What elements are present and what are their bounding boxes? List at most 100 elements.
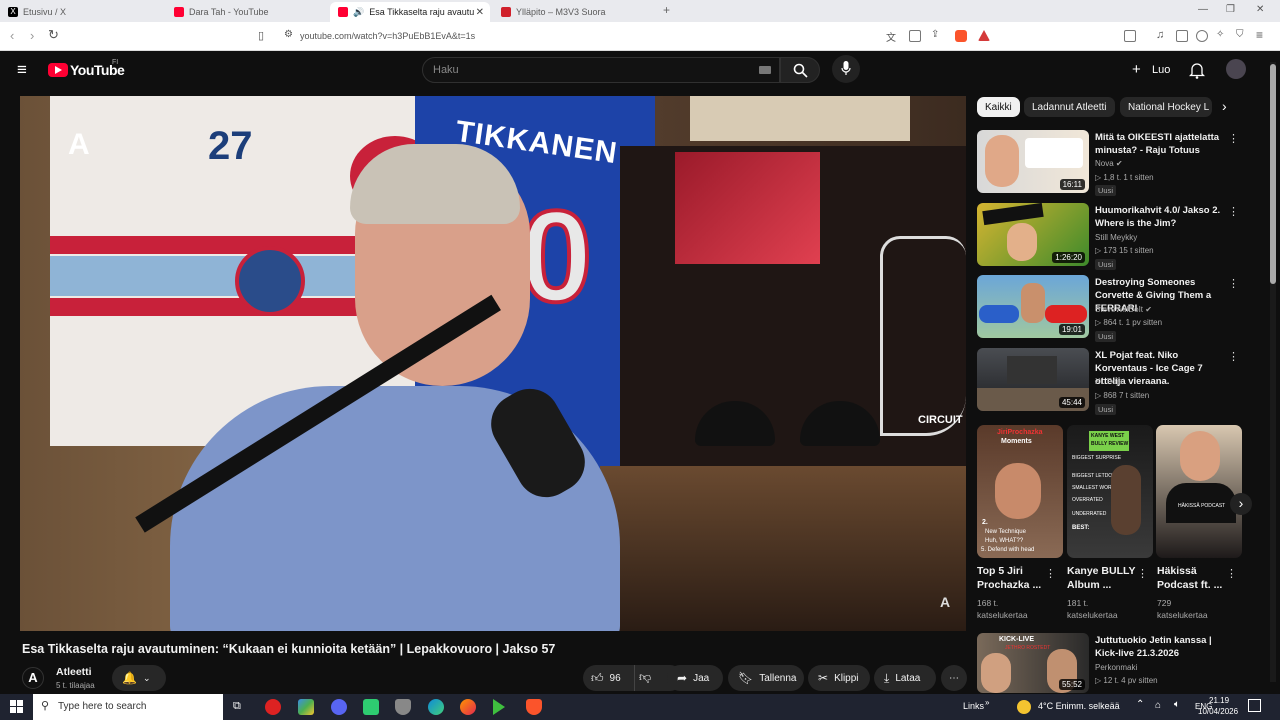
channel-name[interactable]: Atleetti — [56, 666, 92, 678]
firefox-icon[interactable] — [460, 699, 476, 715]
short-3[interactable]: HÄKISSÄ PODCAST — [1156, 425, 1242, 558]
rec-channel[interactable]: XL Pojat — [1095, 377, 1125, 386]
links-toolbar[interactable]: Links — [963, 701, 984, 711]
chevron-right-icon[interactable]: › — [1222, 98, 1227, 114]
rec-thumbnail[interactable]: 19:01 — [977, 275, 1089, 338]
more-icon[interactable]: ⋮ — [1228, 350, 1239, 363]
browser-tab-4[interactable]: Ylläpito – M3V3 Suora — [493, 2, 653, 22]
brave-shield-icon[interactable] — [955, 30, 967, 42]
short-2-title[interactable]: Kanye BULLY Album ... — [1067, 564, 1135, 592]
browser-tab-3-active[interactable]: 🔊 Esa Tikkaselta raju avautuminen ✕ — [330, 2, 490, 22]
chevron-up-icon[interactable]: ⌃ — [1136, 699, 1144, 710]
windows-start-icon[interactable] — [10, 700, 23, 713]
chip-all[interactable]: Kaikki — [977, 97, 1020, 117]
brave-icon[interactable] — [526, 699, 542, 715]
cast-icon[interactable] — [909, 30, 921, 42]
weather-icon[interactable] — [1017, 700, 1031, 714]
rec-thumbnail[interactable]: 45:44 — [977, 348, 1089, 411]
bookmark-icon[interactable]: ▯ — [258, 29, 264, 42]
rec-channel[interactable]: Nova ✔ — [1095, 159, 1123, 168]
rec-thumbnail[interactable]: 1:26:20 — [977, 203, 1089, 266]
chip-nhl[interactable]: National Hockey L — [1120, 97, 1212, 117]
site-info-icon[interactable]: ⚙ — [284, 29, 293, 40]
short-1-title[interactable]: Top 5 Jiri Prochazka ... — [977, 564, 1041, 592]
rec-thumbnail[interactable]: KICK-LIVE JETHRO ROSTEDT 55:52 — [977, 633, 1089, 693]
taskbar-search-box[interactable]: ⚲ Type here to search — [33, 694, 223, 720]
rec-title[interactable]: Juttutuokio Jetin kanssa | Kick-live 21.… — [1095, 634, 1230, 660]
more-icon[interactable]: ⋮ — [1228, 205, 1239, 218]
rec-title[interactable]: Huumorikahvit 4.0/ Jakso 2. Where is the… — [1095, 204, 1230, 230]
maximize-icon[interactable]: ❐ — [1226, 4, 1235, 15]
vpn-icon[interactable]: ⛉ — [1236, 29, 1244, 40]
video-player[interactable]: 27 TIKKANEN 0 CIRCUIT A A — [20, 96, 966, 631]
opera-icon[interactable] — [265, 699, 281, 715]
shorts-next-button[interactable]: › — [1230, 493, 1252, 515]
scrollbar-thumb[interactable] — [1270, 64, 1276, 284]
reload-icon[interactable]: ↻ — [48, 27, 59, 43]
channel-avatar[interactable]: A — [22, 667, 44, 689]
clip-button[interactable]: ✂ Klippi — [808, 665, 870, 691]
menu-icon[interactable]: ≡ — [1256, 28, 1263, 42]
extensions-icon[interactable]: ✧ — [1216, 29, 1224, 40]
short-2[interactable]: KANYE WEST BULLY REVIEW BIGGEST SURPRISE… — [1067, 425, 1153, 558]
rec-video-5[interactable]: KICK-LIVE JETHRO ROSTEDT 55:52 Juttutuok… — [977, 633, 1247, 693]
sidebar-icon[interactable] — [1176, 30, 1188, 42]
voice-search-button[interactable] — [832, 55, 860, 83]
avatar[interactable] — [1226, 59, 1246, 79]
save-button[interactable]: 🔖︎ Tallenna — [728, 665, 804, 691]
close-window-icon[interactable]: ✕ — [1256, 4, 1264, 15]
address-bar[interactable]: youtube.com/watch?v=h3PuEbB1EvA&t=1s — [300, 31, 475, 41]
rec-video-4[interactable]: 45:44 XL Pojat feat. Niko Korventaus - I… — [977, 348, 1247, 415]
more-icon[interactable]: ⋮ — [1228, 132, 1239, 145]
discord-icon[interactable] — [331, 699, 347, 715]
volume-icon[interactable]: 🔈︎ — [1174, 699, 1180, 710]
rec-video-3[interactable]: 19:01 Destroying Someones Corvette & Giv… — [977, 275, 1247, 342]
keyboard-icon[interactable] — [759, 66, 771, 74]
minimize-icon[interactable]: — — [1198, 4, 1208, 15]
rec-video-1[interactable]: 16:11 Mitä ta OIKEESTI ajattelatta minus… — [977, 130, 1247, 196]
clock-time[interactable]: 21.19 — [1209, 696, 1229, 705]
more-icon[interactable]: ⋮ — [1228, 277, 1239, 290]
search-input[interactable]: Haku — [422, 57, 780, 83]
notification-center-icon[interactable] — [1248, 699, 1261, 712]
network-icon[interactable]: ⌂ — [1155, 700, 1161, 711]
new-tab-button[interactable]: + — [663, 3, 670, 17]
create-button[interactable]: Luo — [1152, 64, 1170, 76]
brave-rewards-icon[interactable] — [978, 30, 990, 41]
weather-text[interactable]: 4°C Enimm. selkeää — [1038, 701, 1120, 711]
translate-icon[interactable]: 文 — [886, 29, 896, 44]
download-button[interactable]: ⤓ Lataa — [874, 665, 936, 691]
rec-channel[interactable]: Perkonmaki — [1095, 663, 1137, 672]
task-view-icon[interactable]: ⧉ — [233, 700, 241, 713]
short-1[interactable]: JiriProchazka Moments 2. New Technique H… — [977, 425, 1063, 558]
notifications-icon[interactable] — [1189, 62, 1205, 79]
short-3-title[interactable]: Häkissä Podcast ft. ... — [1157, 564, 1222, 592]
dislike-button[interactable]: 👎︎ — [639, 670, 651, 685]
forward-icon[interactable]: › — [30, 28, 34, 43]
browser-tab-1[interactable]: X Etusivu / X — [0, 2, 165, 22]
like-button[interactable]: 👍︎ 96 — [583, 665, 635, 691]
music-icon[interactable]: ♫ — [1156, 29, 1164, 41]
rec-video-2[interactable]: 1:26:20 Huumorikahvit 4.0/ Jakso 2. Wher… — [977, 203, 1247, 270]
more-actions-button[interactable]: ⋯ — [941, 665, 967, 691]
app-icon[interactable] — [298, 699, 314, 715]
rec-thumbnail[interactable]: 16:11 — [977, 130, 1089, 193]
share-button[interactable]: ➦ Jaa — [667, 665, 723, 691]
search-button[interactable] — [780, 57, 820, 83]
app-active-icon[interactable] — [363, 699, 379, 715]
clock-date[interactable]: 10/04/2026 — [1198, 707, 1238, 716]
browser-tab-2[interactable]: Dara Tah - YouTube — [166, 2, 329, 22]
shield-icon[interactable] — [395, 699, 411, 715]
subscribe-notification-button[interactable]: 🔔 ⌄ — [112, 665, 166, 691]
play-icon[interactable] — [493, 699, 505, 715]
back-icon[interactable]: ‹ — [10, 28, 14, 43]
rec-channel[interactable]: Still Meykky — [1095, 233, 1137, 242]
more-icon[interactable]: ⋮ — [1226, 567, 1272, 580]
wallet-icon[interactable] — [1196, 30, 1208, 42]
rec-channel[interactable]: SteveWillDoIt ✔ — [1095, 305, 1152, 314]
chevron-icon[interactable]: » — [985, 698, 989, 707]
extension-icon[interactable] — [1124, 30, 1136, 42]
share-icon[interactable]: ⇪ — [931, 29, 939, 40]
youtube-logo-icon[interactable] — [48, 63, 68, 77]
chip-uploaded-by[interactable]: Ladannut Atleetti — [1024, 97, 1115, 117]
